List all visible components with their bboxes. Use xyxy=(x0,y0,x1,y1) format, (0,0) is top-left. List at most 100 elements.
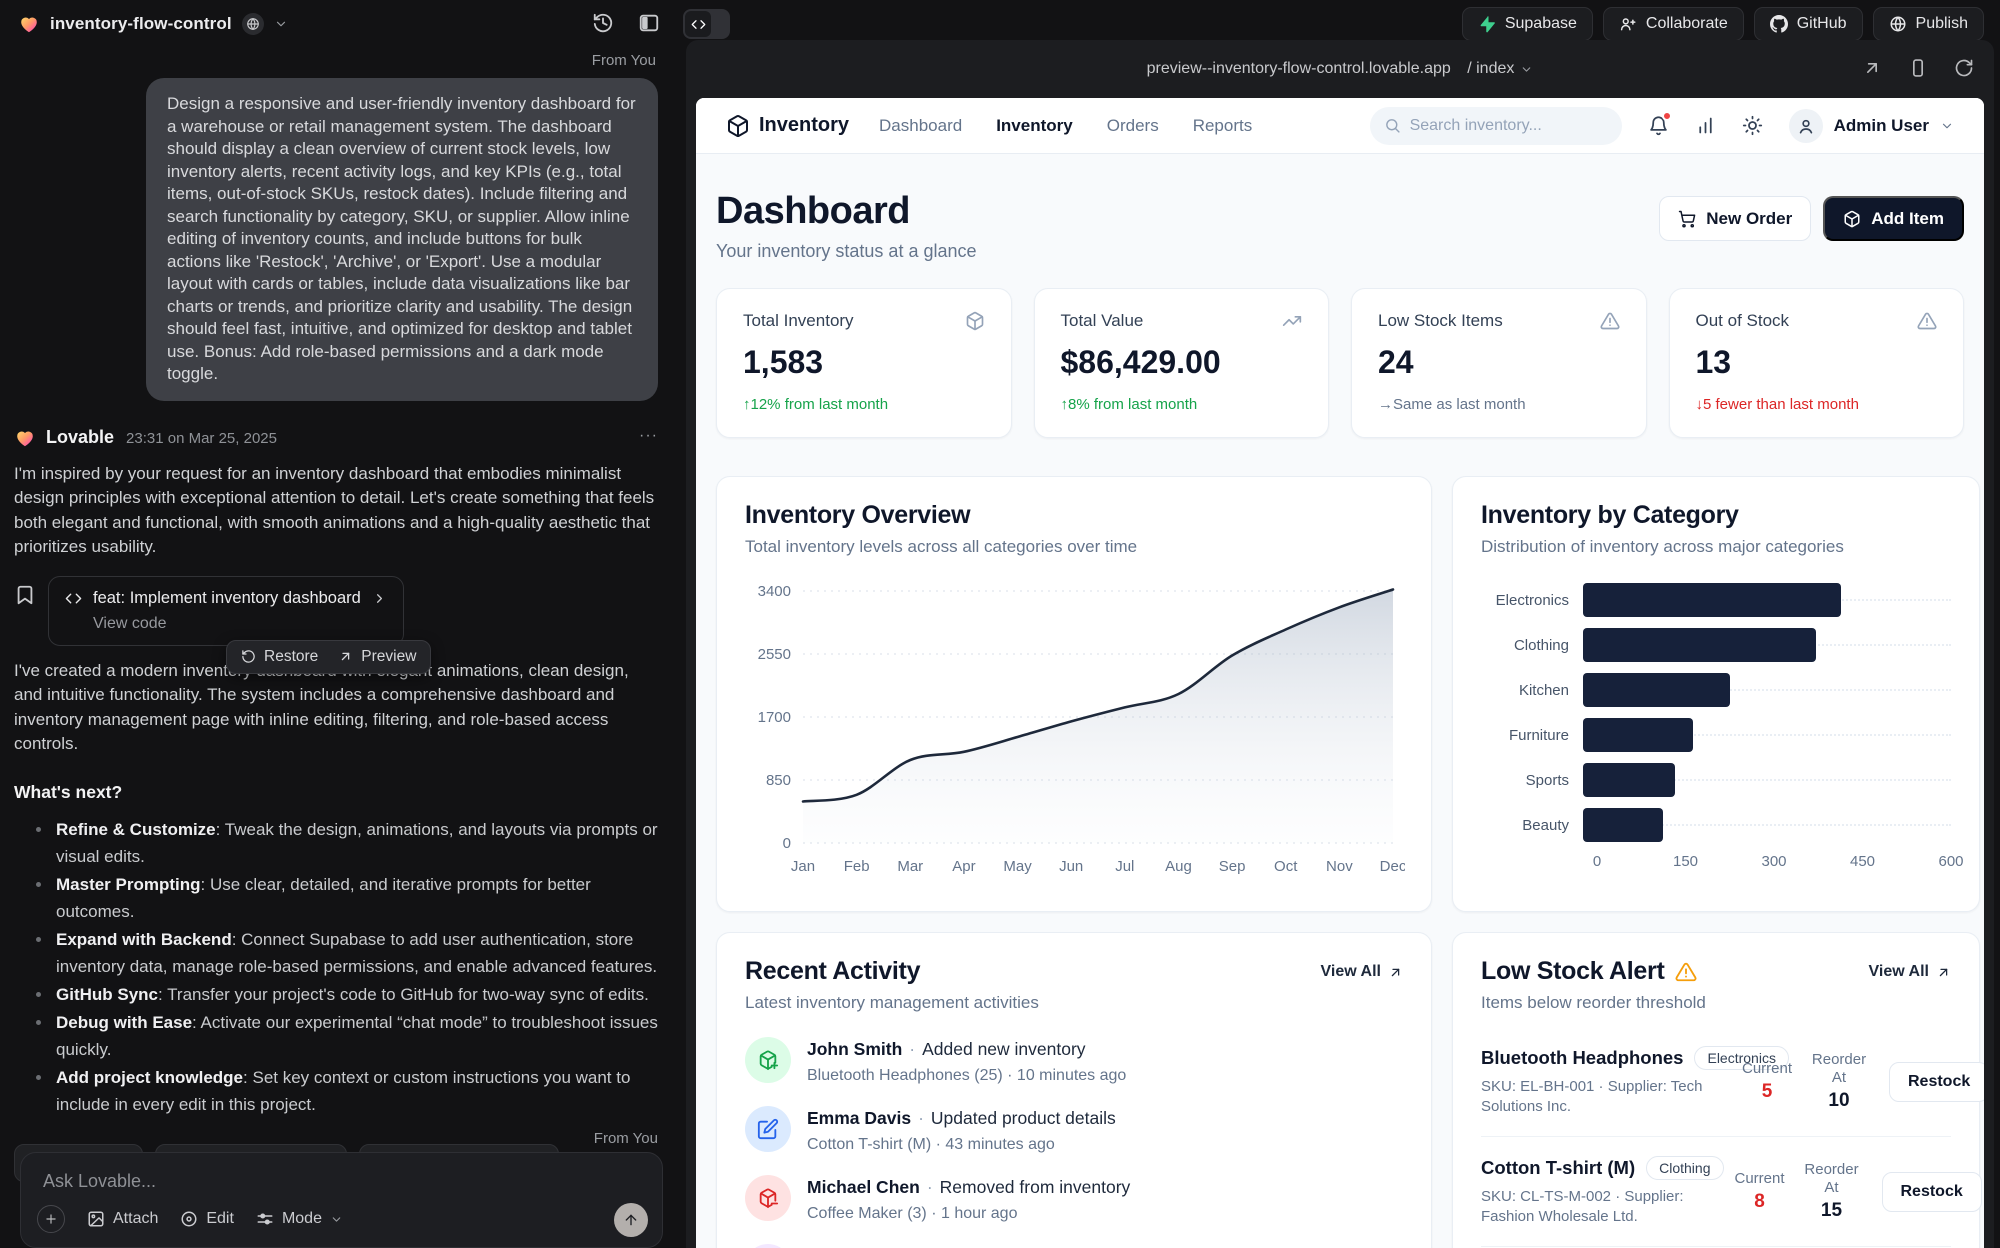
whats-next-item: Master Prompting: Use clear, detailed, a… xyxy=(14,871,658,925)
code-view-toggle[interactable] xyxy=(683,9,730,39)
user-plus-icon xyxy=(1619,15,1637,33)
code-card[interactable]: feat: Implement inventory dashboard View… xyxy=(48,576,404,646)
add-item-button[interactable]: Add Item xyxy=(1823,196,1964,241)
project-chevron-down-icon[interactable] xyxy=(274,17,288,31)
bar-row-kitchen: Kitchen xyxy=(1481,673,1951,707)
app-window: Inventory Dashboard Inventory Orders Report… xyxy=(696,98,1984,1248)
kpi-value: $86,429.00 xyxy=(1061,344,1303,381)
bar-row-furniture: Furniture xyxy=(1481,718,1951,752)
open-external-icon[interactable] xyxy=(1862,58,1882,78)
code-icon xyxy=(65,590,82,607)
nav-link-inventory[interactable]: Inventory xyxy=(996,116,1073,136)
kpi-title: Out of Stock xyxy=(1696,311,1790,331)
topbar-supabase-button[interactable]: Supabase xyxy=(1462,7,1593,41)
bar-axis-tick: 300 xyxy=(1761,853,1786,870)
restore-button[interactable]: Restore xyxy=(241,648,318,666)
bar-row-sports: Sports xyxy=(1481,763,1951,797)
chart-subtitle: Distribution of inventory across major c… xyxy=(1481,537,1951,557)
theme-toggle-button[interactable] xyxy=(1742,115,1763,136)
bar xyxy=(1583,583,1841,617)
kpi-delta: ↑8% from last month xyxy=(1061,396,1303,413)
new-order-button[interactable]: New Order xyxy=(1659,196,1811,241)
view-code-link[interactable]: View code xyxy=(93,615,387,633)
nav-link-dashboard[interactable]: Dashboard xyxy=(879,116,962,136)
preview-button[interactable]: Preview xyxy=(338,648,416,666)
view-all-activity-link[interactable]: View All xyxy=(1321,963,1403,981)
activity-item: Sarah Johnson·Order #3842 shippedDesk La… xyxy=(745,1244,1403,1248)
assistant-name: Lovable xyxy=(46,427,114,448)
history-icon[interactable] xyxy=(592,12,614,34)
package-icon xyxy=(726,114,750,138)
restock-button[interactable]: Restock xyxy=(1889,1062,1984,1102)
bar xyxy=(1583,628,1816,662)
message-hover-toolbar: Restore Preview xyxy=(226,640,431,674)
view-all-low-stock-link[interactable]: View All xyxy=(1869,963,1951,981)
kpi-card: Total Inventory1,583↑12% from last month xyxy=(716,288,1012,438)
code-icon xyxy=(691,17,706,32)
bar xyxy=(1583,673,1730,707)
package-icon xyxy=(1843,210,1861,228)
user-menu[interactable]: Admin User xyxy=(1789,109,1954,143)
kpi-delta: ↑12% from last month xyxy=(743,396,985,413)
current-value: 8 xyxy=(1724,1191,1796,1213)
svg-text:2550: 2550 xyxy=(758,646,791,663)
mobile-view-icon[interactable] xyxy=(1908,58,1928,78)
arrow-up-right-icon xyxy=(1936,965,1951,980)
preview-pane: preview--inventory-flow-control.lovable.… xyxy=(686,40,1994,1248)
message-menu-button[interactable]: ··· xyxy=(639,427,658,445)
attach-button[interactable]: Attach xyxy=(87,1210,158,1228)
add-button[interactable] xyxy=(37,1205,65,1233)
low-stock-list: Bluetooth HeadphonesElectronicsSKU: EL-B… xyxy=(1481,1027,1951,1248)
panel-left-icon[interactable] xyxy=(638,12,660,34)
current-stat: Current5 xyxy=(1731,1060,1803,1103)
notifications-button[interactable] xyxy=(1648,115,1669,136)
recent-activity-card: Recent Activity Latest inventory managem… xyxy=(716,932,1432,1248)
search-input[interactable]: Search inventory... xyxy=(1370,107,1622,145)
page-title: Dashboard xyxy=(716,190,977,233)
image-icon xyxy=(87,1210,105,1228)
bookmark-icon[interactable] xyxy=(14,584,36,606)
kpi-card: Total Value$86,429.00↑8% from last month xyxy=(1034,288,1330,438)
app-brand[interactable]: Inventory xyxy=(726,114,849,138)
edit-icon xyxy=(757,1118,779,1140)
package-plus-icon xyxy=(745,1037,791,1083)
project-title[interactable]: inventory-flow-control xyxy=(50,14,232,34)
item-name: Cotton T-shirt (M) xyxy=(1481,1157,1635,1179)
kpi-value: 13 xyxy=(1696,344,1938,381)
app-navbar: Inventory Dashboard Inventory Orders Report… xyxy=(696,98,1984,154)
analytics-button[interactable] xyxy=(1695,115,1716,136)
preview-url[interactable]: preview--inventory-flow-control.lovable.… xyxy=(1147,60,1534,78)
truck-icon xyxy=(745,1244,791,1248)
svg-text:Mar: Mar xyxy=(897,858,923,875)
kpi-card: Out of Stock13↓5 fewer than last month xyxy=(1669,288,1965,438)
bar-axis-tick: 600 xyxy=(1938,853,1963,870)
project-visibility-badge[interactable] xyxy=(242,13,264,35)
topbar-publish-button[interactable]: Publish xyxy=(1873,7,1984,41)
bar xyxy=(1583,718,1693,752)
user-icon xyxy=(1796,116,1816,136)
topbar-collaborate-button[interactable]: Collaborate xyxy=(1603,7,1744,41)
inventory-overview-chart: 0850170025503400JanFebMarAprMayJunJulAug… xyxy=(745,571,1405,883)
reorder-value: 15 xyxy=(1796,1200,1868,1222)
supabase-icon xyxy=(1478,15,1496,33)
kpi-title: Total Inventory xyxy=(743,311,854,331)
nav-link-orders[interactable]: Orders xyxy=(1107,116,1159,136)
edit-button[interactable]: Edit xyxy=(180,1210,234,1228)
item-sku: SKU: CL-TS-M-002 · Supplier: Fashion Who… xyxy=(1481,1187,1724,1227)
svg-text:Jun: Jun xyxy=(1059,858,1083,875)
topbar-github-button[interactable]: GitHub xyxy=(1754,7,1863,41)
chat-composer[interactable]: Ask Lovable... Attach Edit Mode xyxy=(20,1152,663,1248)
send-button[interactable] xyxy=(614,1203,648,1237)
cart-icon xyxy=(1678,210,1696,228)
nav-link-reports[interactable]: Reports xyxy=(1193,116,1253,136)
arrow-up-right-icon xyxy=(338,649,353,664)
svg-text:1700: 1700 xyxy=(758,709,791,726)
alert-triangle-icon xyxy=(1600,311,1620,331)
restock-button[interactable]: Restock xyxy=(1882,1172,1982,1212)
bar-axis-tick: 0 xyxy=(1593,853,1601,870)
whats-next-list: Refine & Customize: Tweak the design, an… xyxy=(14,816,658,1118)
refresh-icon[interactable] xyxy=(1954,58,1974,78)
composer-placeholder[interactable]: Ask Lovable... xyxy=(43,1171,640,1192)
whats-next-item: Expand with Backend: Connect Supabase to… xyxy=(14,926,658,980)
mode-button[interactable]: Mode xyxy=(256,1210,343,1228)
